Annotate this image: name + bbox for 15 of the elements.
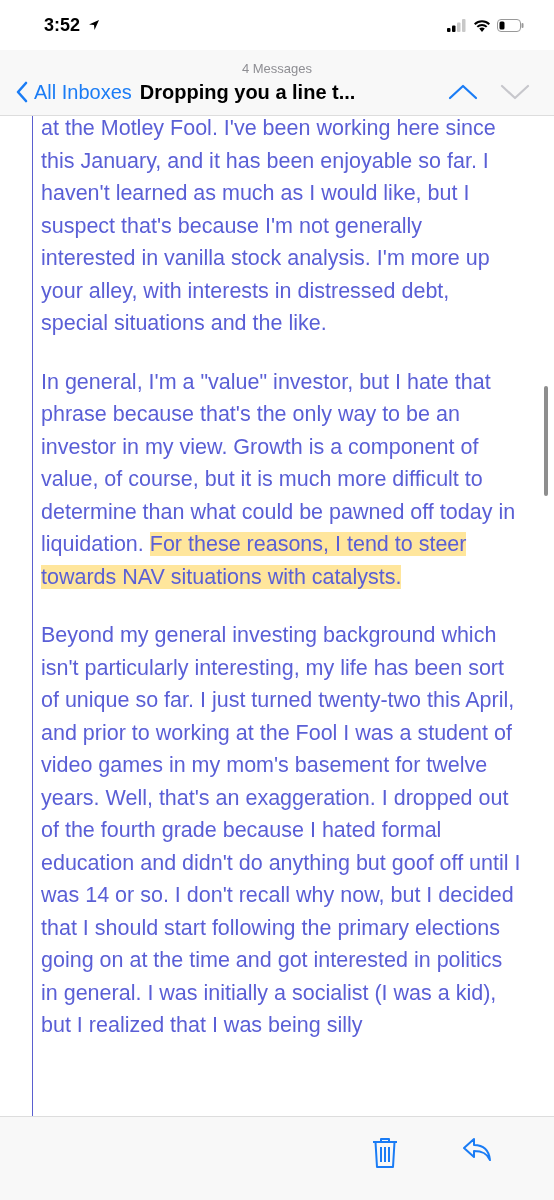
back-chevron-icon[interactable] [16,81,28,103]
message-title: Dropping you a line t... [139,80,356,104]
message-count: 4 Messages [240,61,314,76]
up-chevron-icon[interactable] [448,84,478,100]
email-paragraph: Beyond my general investing background which isn't particularly interesting, my life has been sort of unique so far. I just turned twenty-two this April, and prior to working at the Fool I was a student of video games in my mom's basement for twelve years. Well, that's an exaggeration. I dropped out of the fourth grade because I hated formal education and didn't do anything but goof off until I was 14 or so. I don't recall why now, but I decided that I should start following the primary elections going on at the time and got interested in politics in general. I was initially a socialist (I was a kid), but I realized that I was being silly [41,622,522,1039]
email-paragraph: In general, I'm a "value" investor, but I hate that phrase because that's the only way to be an investor in my view. Growth is a component of value, of course, but it is much more difficult to determine than what could be pawned off today in liquidation. For these reasons, I tend to steer towards NAV situations with catalysts. [41,368,517,591]
signal-icon [447,18,467,32]
trash-icon[interactable] [372,1137,398,1169]
reply-icon[interactable] [462,1137,492,1163]
back-button[interactable]: All Inboxes [16,80,132,104]
wifi-icon [473,18,491,32]
location-arrow-icon [88,19,101,31]
status-time: 3:52 [44,14,81,36]
email-paragraph: at the Motley Fool. I've been working here since this January, and it has been enjoyable so far. I haven't learned as much as I would like, but I suspect that's because I'm not generally interested in vanilla stock analysis. I'm more up your alley, with interests in distressed debt, special situations and the like. [41,116,497,337]
battery-icon [497,18,524,32]
